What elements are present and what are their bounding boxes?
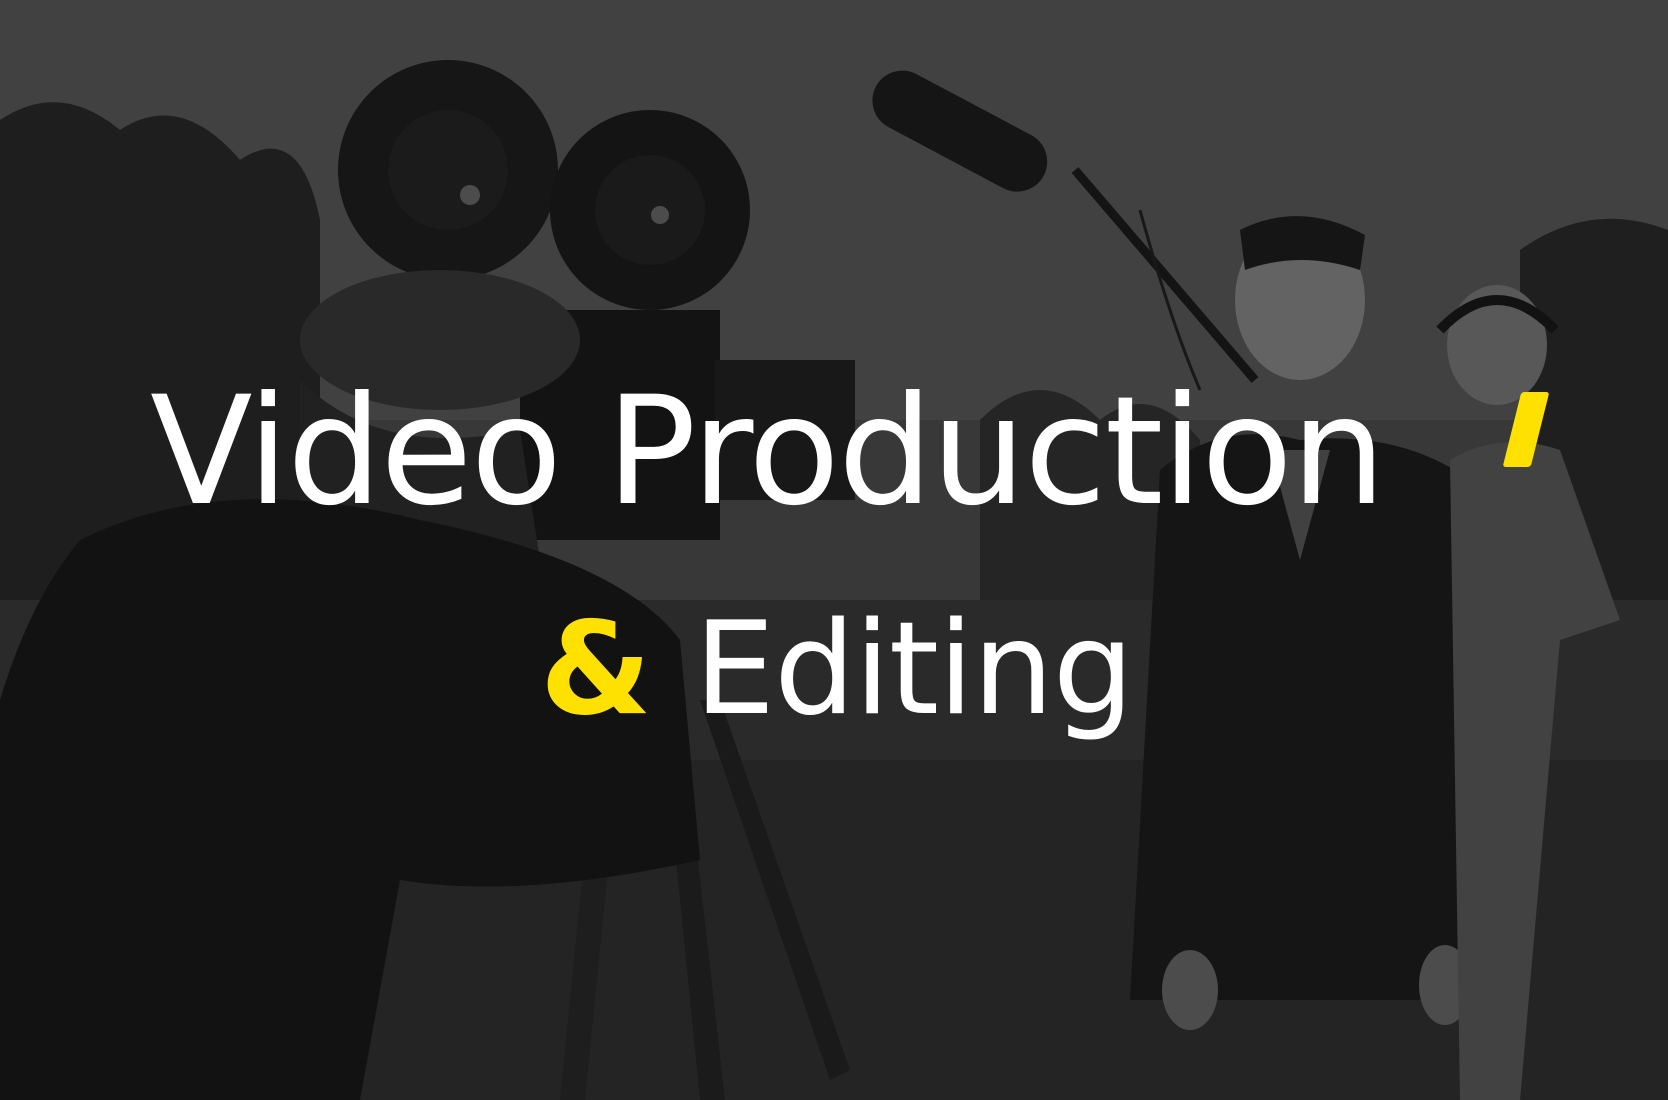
title-line-2: & Editing bbox=[540, 595, 1134, 745]
ampersand-accent: & bbox=[540, 595, 695, 744]
title-line-1: Video Production bbox=[150, 365, 1386, 539]
hero-headline: Video Production & Editing bbox=[0, 0, 1668, 1100]
title-editing-word: Editing bbox=[694, 595, 1134, 744]
hero-banner: Video Production & Editing bbox=[0, 0, 1668, 1100]
accent-tick-mark bbox=[1502, 392, 1550, 467]
